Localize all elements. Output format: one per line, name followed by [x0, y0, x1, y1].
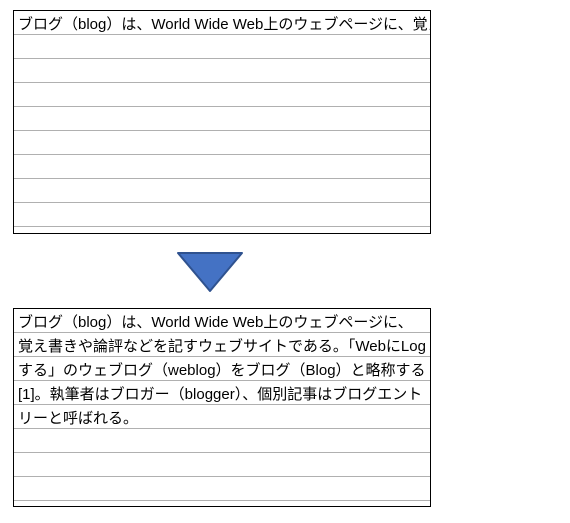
down-arrow: [160, 246, 260, 298]
textbox-after: ブログ（blog）は、World Wide Web上のウェブページに、覚え書きや…: [13, 308, 431, 507]
textbox-after-text: ブログ（blog）は、World Wide Web上のウェブページに、覚え書きや…: [18, 311, 426, 431]
textbox-before-text: ブログ（blog）は、World Wide Web上のウェブページに、覚え: [18, 13, 431, 37]
chevron-down-icon: [174, 249, 246, 295]
textbox-before: ブログ（blog）は、World Wide Web上のウェブページに、覚え: [13, 10, 431, 234]
rule-lines: [14, 11, 430, 233]
figure-stage: ブログ（blog）は、World Wide Web上のウェブページに、覚え ブロ…: [0, 0, 570, 523]
